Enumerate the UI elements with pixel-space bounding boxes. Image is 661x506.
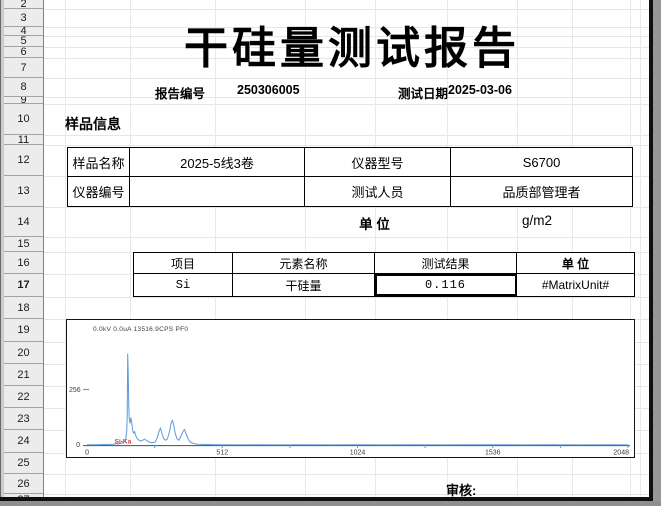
row-header-21[interactable]: 21 — [4, 364, 43, 386]
row-header-9[interactable]: 9 — [4, 97, 43, 104]
instrument-model-value-cell[interactable]: S6700 — [451, 148, 632, 177]
svg-text:512: 512 — [216, 450, 228, 457]
gridline — [44, 78, 649, 79]
spectrum-chart[interactable]: 051210241536204825600.0kV 0.0uA 13516.9C… — [66, 319, 635, 458]
gridline — [44, 145, 649, 146]
row-header-5[interactable]: 5 — [4, 36, 43, 47]
report-no-label[interactable]: 报告编号 — [155, 83, 205, 102]
chart-annotation: 0.0kV 0.0uA 13516.9CPS PF0 — [93, 326, 188, 333]
tester-value-cell[interactable]: 品质部管理者 — [451, 177, 632, 206]
row-header-16[interactable]: 16 — [4, 252, 43, 274]
result-cell-item[interactable]: Si — [134, 274, 233, 296]
gridline — [44, 97, 649, 98]
instrument-model-label-cell[interactable]: 仪器型号 — [305, 148, 451, 177]
row-header-13[interactable]: 13 — [4, 176, 43, 207]
row-header-12[interactable]: 12 — [4, 145, 43, 176]
row-header-3[interactable]: 3 — [4, 9, 43, 27]
window-right-edge — [653, 0, 661, 506]
sample-info-table: 样品名称 2025-5线3卷 仪器型号 S6700 仪器编号 测试人员 品质部管… — [67, 147, 633, 207]
row-header-18[interactable]: 18 — [4, 297, 43, 319]
gridline — [44, 135, 649, 136]
instrument-no-value-cell[interactable] — [130, 177, 305, 206]
row-header-15[interactable]: 15 — [4, 237, 43, 252]
svg-text:0: 0 — [76, 442, 80, 449]
gridline — [44, 207, 649, 208]
report-no-value[interactable]: 250306005 — [237, 83, 300, 97]
row-header-17[interactable]: 17 — [4, 274, 43, 297]
row-header-4[interactable]: 4 — [4, 27, 43, 36]
result-header-element[interactable]: 元素名称 — [233, 253, 375, 274]
result-cell-unit[interactable]: #MatrixUnit# — [517, 274, 634, 296]
row-header-6[interactable]: 6 — [4, 47, 43, 58]
unit-value[interactable]: g/m2 — [444, 213, 630, 228]
gridline — [44, 297, 649, 298]
gridline — [44, 237, 649, 238]
row-header-23[interactable]: 23 — [4, 408, 43, 430]
row-header-20[interactable]: 20 — [4, 342, 43, 364]
row-header-11[interactable]: 11 — [4, 135, 43, 145]
gridline — [44, 474, 649, 475]
result-header-item[interactable]: 项目 — [134, 253, 233, 274]
sample-name-value-cell[interactable]: 2025-5线3卷 — [130, 148, 305, 177]
row-header-24[interactable]: 24 — [4, 430, 43, 453]
tester-label-cell[interactable]: 测试人员 — [305, 177, 451, 206]
row-header-8[interactable]: 8 — [4, 78, 43, 97]
svg-text:0: 0 — [85, 450, 89, 457]
spectrum-line — [87, 354, 628, 445]
sample-name-label-cell[interactable]: 样品名称 — [68, 148, 130, 177]
unit-label[interactable]: 单 位 — [305, 213, 444, 233]
result-header-result[interactable]: 测试结果 — [375, 253, 517, 274]
result-header-unit[interactable]: 单 位 — [517, 253, 634, 274]
gridline — [640, 0, 641, 497]
gridline — [44, 104, 649, 105]
sample-info-heading[interactable]: 样品信息 — [65, 114, 121, 134]
row-header-25[interactable]: 25 — [4, 453, 43, 474]
report-title[interactable]: 干硅量测试报告 — [54, 25, 650, 73]
row-header-19[interactable]: 19 — [4, 319, 43, 342]
gridline — [44, 494, 649, 495]
row-header-2[interactable]: 2 — [4, 0, 43, 9]
row-header-10[interactable]: 10 — [4, 104, 43, 135]
result-table: 项目 元素名称 测试结果 单 位 Si 干硅量 0.116 #MatrixUni… — [133, 252, 635, 297]
row-header-column: 2345678910111213141516171819202122232425… — [4, 0, 44, 497]
row-header-26[interactable]: 26 — [4, 474, 43, 494]
test-date-value[interactable]: 2025-03-06 — [448, 83, 512, 97]
window-bottom-edge — [0, 501, 661, 506]
svg-text:256: 256 — [69, 387, 81, 394]
row-header-7[interactable]: 7 — [4, 58, 43, 78]
svg-text:1024: 1024 — [350, 450, 366, 457]
result-cell-element[interactable]: 干硅量 — [233, 274, 375, 296]
row-header-14[interactable]: 14 — [4, 207, 43, 237]
result-cell-value-selected[interactable]: 0.116 — [375, 274, 517, 296]
gridline — [44, 9, 649, 10]
row-header-22[interactable]: 22 — [4, 386, 43, 408]
instrument-no-label-cell[interactable]: 仪器编号 — [68, 177, 130, 206]
svg-text:1536: 1536 — [485, 450, 501, 457]
test-date-label[interactable]: 测试日期 — [398, 83, 448, 102]
svg-text:2048: 2048 — [613, 450, 629, 457]
